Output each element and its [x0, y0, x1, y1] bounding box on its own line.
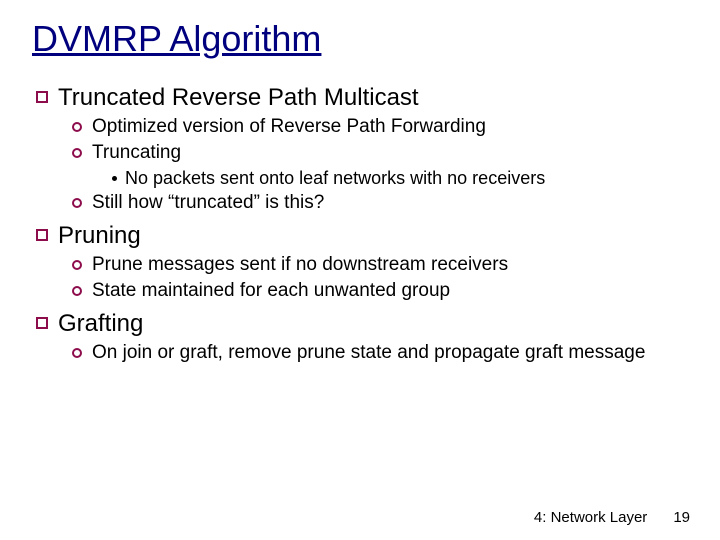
square-bullet-icon	[36, 229, 48, 241]
bullet-text: Optimized version of Reverse Path Forwar…	[92, 115, 486, 139]
slide-footer: 4: Network Layer 19	[534, 509, 690, 526]
slide: DVMRP Algorithm Truncated Reverse Path M…	[0, 0, 720, 540]
circle-bullet-icon	[72, 198, 82, 208]
bullet-level2: On join or graft, remove prune state and…	[72, 341, 688, 365]
bullet-text: Pruning	[58, 221, 141, 251]
circle-bullet-icon	[72, 286, 82, 296]
bullet-text: No packets sent onto leaf networks with …	[125, 167, 545, 190]
bullet-level2: Optimized version of Reverse Path Forwar…	[72, 115, 688, 139]
footer-page-number: 19	[673, 509, 690, 526]
circle-bullet-icon	[72, 348, 82, 358]
bullet-text: Still how “truncated” is this?	[92, 191, 324, 215]
bullet-level3: No packets sent onto leaf networks with …	[112, 167, 688, 190]
dot-bullet-icon	[112, 176, 117, 181]
bullet-level2: Prune messages sent if no downstream rec…	[72, 253, 688, 277]
bullet-text: Truncating	[92, 141, 181, 165]
bullet-text: Truncated Reverse Path Multicast	[58, 83, 419, 113]
bullet-text: On join or graft, remove prune state and…	[92, 341, 645, 365]
square-bullet-icon	[36, 317, 48, 329]
footer-chapter: 4: Network Layer	[534, 509, 647, 526]
circle-bullet-icon	[72, 148, 82, 158]
bullet-level2: Still how “truncated” is this?	[72, 191, 688, 215]
bullet-text: Prune messages sent if no downstream rec…	[92, 253, 508, 277]
circle-bullet-icon	[72, 260, 82, 270]
bullet-level1: Grafting	[36, 309, 688, 339]
bullet-text: State maintained for each unwanted group	[92, 279, 450, 303]
square-bullet-icon	[36, 91, 48, 103]
bullet-text: Grafting	[58, 309, 143, 339]
bullet-level1: Truncated Reverse Path Multicast	[36, 83, 688, 113]
bullet-level1: Pruning	[36, 221, 688, 251]
bullet-level2: State maintained for each unwanted group	[72, 279, 688, 303]
slide-title: DVMRP Algorithm	[32, 18, 688, 59]
bullet-level2: Truncating	[72, 141, 688, 165]
circle-bullet-icon	[72, 122, 82, 132]
